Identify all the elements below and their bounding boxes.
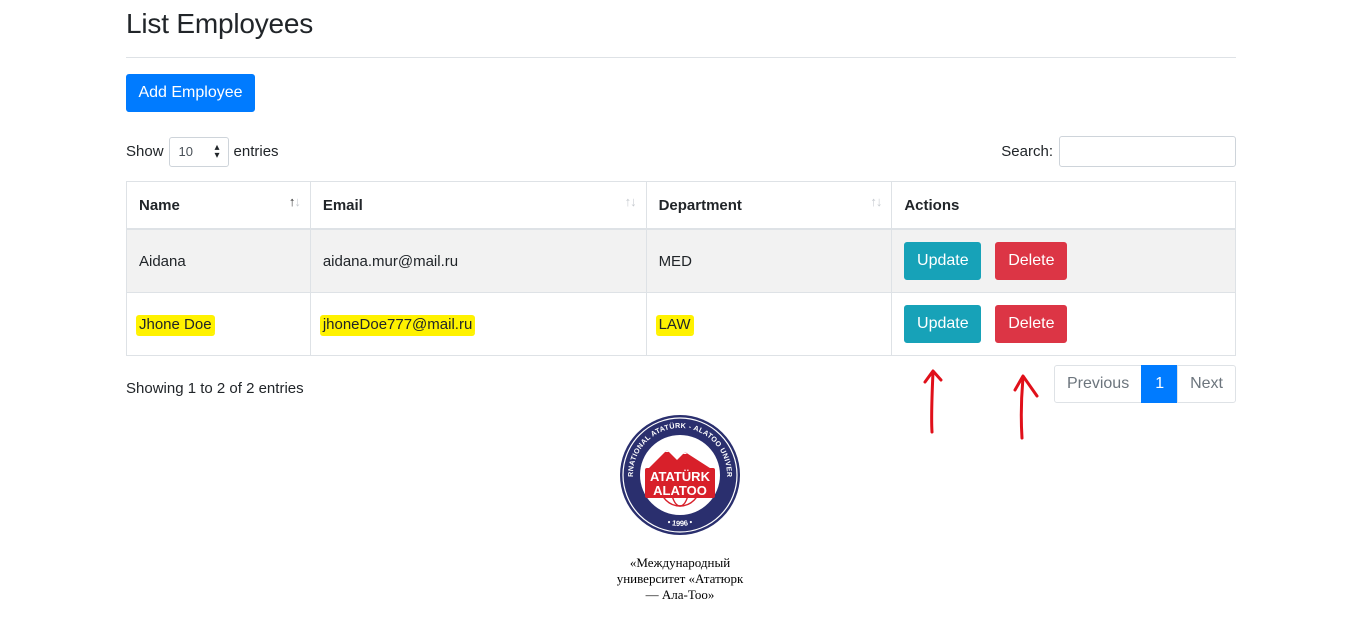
delete-button[interactable]: Delete (995, 242, 1068, 280)
entries-label: entries (233, 143, 279, 160)
caption-line: — Ала-Тоо» (645, 587, 715, 602)
column-header-name[interactable]: Name ↑↓ (126, 181, 311, 230)
select-caret-icon: ▴ ▾ (214, 141, 220, 161)
cell-email: jhoneDoe777@mail.ru (309, 292, 647, 356)
column-header-label: Name (139, 196, 180, 214)
column-header-email[interactable]: Email ↑↓ (309, 181, 647, 230)
table-info: Showing 1 to 2 of 2 entries (126, 380, 304, 397)
cell-name: Jhone Doe (126, 292, 311, 356)
update-button[interactable]: Update (904, 242, 982, 280)
logo-text-line1: ATATÜRK (650, 469, 711, 484)
university-caption: «Международный университет «Ататюрк — Ал… (580, 555, 780, 603)
column-header-label: Email (322, 196, 363, 214)
table-row: Aidana aidana.mur@mail.ru MED Update Dele… (126, 228, 1236, 293)
pagination: Previous 1 Next (1053, 365, 1236, 403)
sort-ascending-icon: ↑↓ (288, 194, 301, 209)
search-control: Search: (1001, 136, 1236, 167)
entries-per-page-select[interactable]: 10 ▴ ▾ (168, 136, 229, 167)
caption-line: университет «Ататюрк (616, 571, 744, 586)
annotation-arrow-delete (1013, 374, 1039, 440)
divider (126, 57, 1236, 58)
page-1-button[interactable]: 1 (1141, 365, 1179, 403)
next-page-button[interactable]: Next (1177, 365, 1236, 403)
column-header-label: Actions (904, 196, 960, 214)
entries-per-page-value: 10 (178, 144, 193, 159)
column-header-actions: Actions (891, 181, 1236, 230)
add-employee-button[interactable]: Add Employee (126, 74, 255, 112)
cell-actions: Update Delete (891, 228, 1236, 293)
table-row: Jhone Doe jhoneDoe777@mail.ru LAW Update… (126, 292, 1236, 356)
university-logo: ATATÜRK ALATOO INTERNATIONAL ATATÜRK - A… (619, 414, 740, 535)
table-header-row: Name ↑↓ Email ↑↓ Department ↑↓ Actions (126, 181, 1236, 230)
cell-email: aidana.mur@mail.ru (309, 228, 647, 293)
highlighted-text: LAW (655, 314, 694, 334)
annotation-arrow-update (923, 369, 943, 434)
update-button[interactable]: Update (904, 305, 982, 343)
highlighted-text: jhoneDoe777@mail.ru (319, 314, 476, 334)
column-header-label: Department (658, 196, 742, 214)
page-title: List Employees (126, 8, 314, 39)
cell-name: Aidana (126, 228, 311, 293)
logo-text-line2: ALATOO (653, 483, 707, 498)
column-header-department[interactable]: Department ↑↓ (645, 181, 893, 230)
caption-line: «Международный (629, 555, 731, 570)
employees-table: Name ↑↓ Email ↑↓ Department ↑↓ Actions A… (126, 181, 1236, 356)
cell-department: LAW (645, 292, 893, 356)
entries-length-control: Show 10 ▴ ▾ entries (126, 136, 279, 167)
cell-department: MED (645, 228, 893, 293)
sort-icon: ↑↓ (624, 194, 637, 209)
cell-actions: Update Delete (891, 292, 1236, 356)
search-label: Search: (1001, 143, 1053, 160)
sort-icon: ↑↓ (870, 194, 882, 209)
delete-button[interactable]: Delete (995, 305, 1068, 343)
previous-page-button[interactable]: Previous (1053, 365, 1143, 403)
highlighted-text: Jhone Doe (136, 314, 215, 334)
show-label: Show (126, 143, 164, 160)
search-input[interactable] (1059, 136, 1236, 167)
